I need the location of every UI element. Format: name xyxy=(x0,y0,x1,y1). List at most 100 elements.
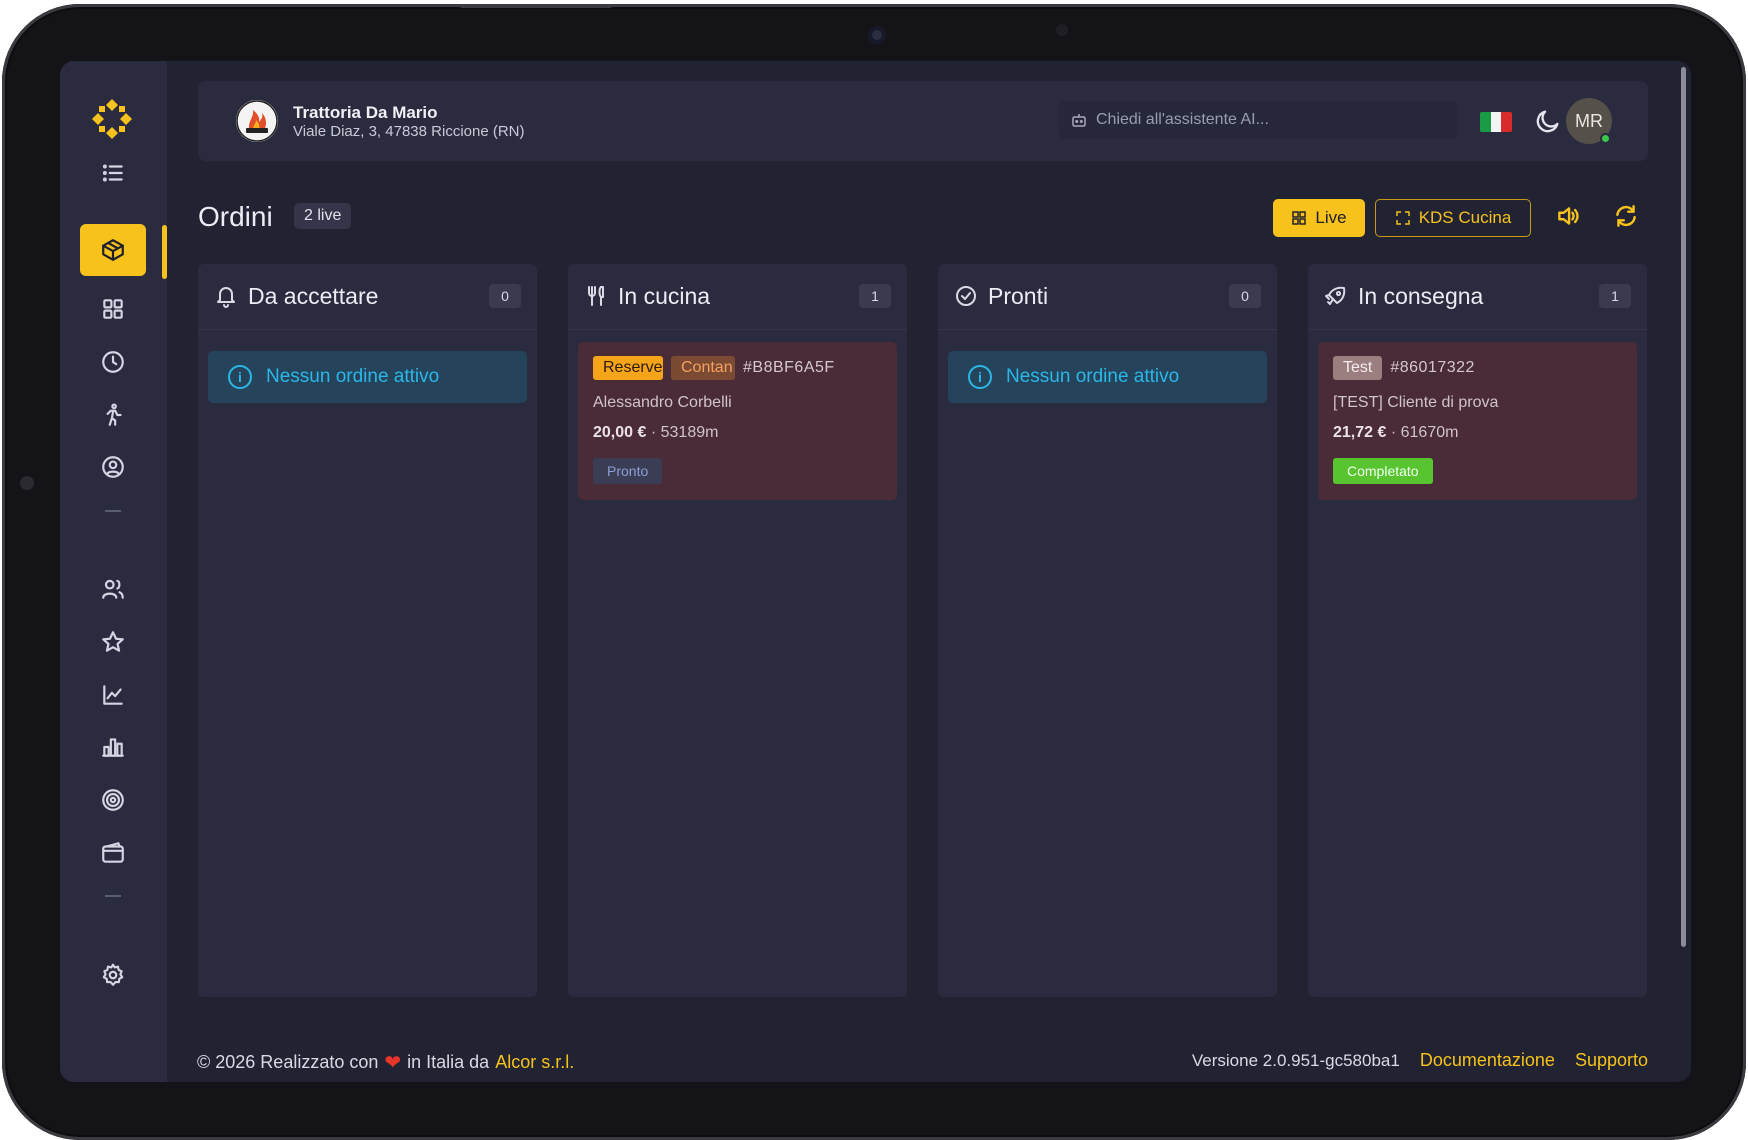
order-id: #B8BF6A5F xyxy=(743,359,835,376)
sidebar-item-goals[interactable] xyxy=(80,774,146,826)
sidebar-item-analytics[interactable] xyxy=(80,669,146,721)
payment-tag: Contan xyxy=(671,356,735,380)
restaurant-address: Viale Diaz, 3, 47838 Riccione (RN) xyxy=(293,123,525,140)
column-in-kitchen: In cucina 1 Reserve Contan #B8BF6A5F Ale… xyxy=(568,264,907,997)
column-header: In cucina 1 xyxy=(568,264,907,330)
italian-flag-icon[interactable] xyxy=(1480,112,1512,132)
clock-icon xyxy=(102,351,124,373)
column-header: In consegna 1 xyxy=(1308,264,1647,330)
sidebar-item-reports[interactable] xyxy=(80,721,146,773)
sidebar-item-orders[interactable] xyxy=(80,224,146,276)
mark-completed-button[interactable]: Completato xyxy=(1333,458,1433,484)
customer-name: [TEST] Cliente di prova xyxy=(1333,394,1499,411)
customer-name: Alessandro Corbelli xyxy=(593,394,732,411)
column-count: 0 xyxy=(489,284,521,308)
column-to-accept: Da accettare 0 i Nessun ordine attivo xyxy=(198,264,537,997)
empty-orders-text: Nessun ordine attivo xyxy=(1006,366,1180,387)
meta-separator: · xyxy=(1390,424,1401,441)
live-count-badge: 2 live xyxy=(294,203,352,229)
active-indicator xyxy=(162,225,167,279)
refresh-button[interactable] xyxy=(1613,203,1643,233)
star-icon xyxy=(102,631,124,652)
column-title: In cucina xyxy=(618,283,711,309)
order-elapsed: 61670m xyxy=(1400,424,1459,441)
page-title: Ordini xyxy=(198,201,273,232)
restaurant-logo xyxy=(236,100,278,142)
order-card[interactable]: Reserve Contan #B8BF6A5F Alessandro Corb… xyxy=(578,342,897,500)
target-icon xyxy=(102,789,124,811)
column-title: Da accettare xyxy=(248,283,379,309)
column-count: 0 xyxy=(1229,284,1261,308)
speaker-icon xyxy=(1558,207,1579,225)
wallet-icon xyxy=(102,842,124,863)
sidebar-item-customers[interactable] xyxy=(80,563,146,615)
grid-icon xyxy=(1292,211,1307,225)
sidebar xyxy=(60,61,167,1082)
support-link[interactable]: Supporto xyxy=(1575,1050,1648,1071)
app-screen: Trattoria Da Mario Viale Diaz, 3, 47838 … xyxy=(60,61,1691,1082)
sidebar-divider xyxy=(105,510,121,512)
fullscreen-icon xyxy=(1395,211,1410,225)
column-count: 1 xyxy=(1599,284,1631,308)
ai-assistant-search[interactable] xyxy=(1058,101,1458,139)
column-ready: Pronti 0 i Nessun ordine attivo xyxy=(938,264,1277,997)
sidebar-divider xyxy=(105,895,121,897)
order-meta: 21,72 € · 61670m xyxy=(1333,424,1458,442)
refresh-icon xyxy=(1616,205,1636,227)
moon-icon[interactable] xyxy=(1534,107,1562,135)
bell-icon xyxy=(217,287,235,308)
sound-toggle-button[interactable] xyxy=(1555,203,1585,233)
column-header: Da accettare 0 xyxy=(198,264,537,330)
kds-kitchen-button[interactable]: KDS Cucina xyxy=(1375,199,1531,237)
meta-separator: · xyxy=(650,424,661,441)
footer-links: Versione 2.0.951-gc580ba1 Documentazione… xyxy=(1192,1050,1648,1071)
order-elapsed: 53189m xyxy=(660,424,719,441)
sidebar-item-menu[interactable] xyxy=(80,147,146,199)
info-icon: i xyxy=(968,365,992,389)
runner-icon xyxy=(106,403,122,426)
info-icon: i xyxy=(228,365,252,389)
sidebar-item-wallet[interactable] xyxy=(80,827,146,879)
test-tag: Test xyxy=(1333,356,1383,380)
order-meta: 20,00 € · 53189m xyxy=(593,424,718,442)
company-link[interactable]: Alcor s.r.l. xyxy=(495,1052,574,1073)
order-tags: Reserve Contan #B8BF6A5F xyxy=(593,356,835,380)
order-tags: Test #86017322 xyxy=(1333,356,1475,380)
column-title: In consegna xyxy=(1358,283,1484,309)
sidebar-item-history[interactable] xyxy=(80,336,146,388)
robot-icon xyxy=(1072,114,1086,127)
reserve-tag: Reserve xyxy=(593,356,663,380)
package-icon xyxy=(102,239,124,261)
restaurant-name: Trattoria Da Mario xyxy=(293,103,438,122)
tablet-frame: Trattoria Da Mario Viale Diaz, 3, 47838 … xyxy=(2,4,1746,1140)
grid-icon xyxy=(103,299,123,319)
ai-assistant-input[interactable] xyxy=(1096,111,1436,129)
mark-ready-button[interactable]: Pronto xyxy=(593,458,663,484)
order-price: 20,00 € xyxy=(593,424,647,441)
list-icon xyxy=(102,164,123,182)
sidebar-item-riders[interactable] xyxy=(80,389,146,441)
sidebar-item-profile[interactable] xyxy=(80,441,146,493)
order-id: #86017322 xyxy=(1390,359,1475,376)
sidebar-item-dashboard[interactable] xyxy=(80,283,146,335)
order-card[interactable]: Test #86017322 [TEST] Cliente di prova 2… xyxy=(1318,342,1637,500)
power-button xyxy=(460,4,612,8)
footer-prefix: © 2026 Realizzato con xyxy=(197,1052,379,1072)
check-circle-icon xyxy=(956,286,976,306)
sidebar-item-settings[interactable] xyxy=(80,949,146,1001)
side-sensor xyxy=(20,476,34,490)
gear-icon xyxy=(102,963,124,986)
sidebar-item-reviews[interactable] xyxy=(80,616,146,668)
docs-link[interactable]: Documentazione xyxy=(1420,1050,1555,1071)
empty-orders-alert: i Nessun ordine attivo xyxy=(208,351,527,403)
empty-orders-alert: i Nessun ordine attivo xyxy=(948,351,1267,403)
live-view-button[interactable]: Live xyxy=(1273,199,1365,237)
app-logo-icon[interactable] xyxy=(90,97,134,141)
top-header: Trattoria Da Mario Viale Diaz, 3, 47838 … xyxy=(198,81,1648,161)
utensils-icon xyxy=(588,286,604,306)
user-circle-icon xyxy=(102,456,124,478)
column-count: 1 xyxy=(859,284,891,308)
app-version: Versione 2.0.951-gc580ba1 xyxy=(1191,1051,1400,1070)
empty-orders-text: Nessun ordine attivo xyxy=(266,366,440,387)
scrollbar[interactable] xyxy=(1681,67,1686,947)
